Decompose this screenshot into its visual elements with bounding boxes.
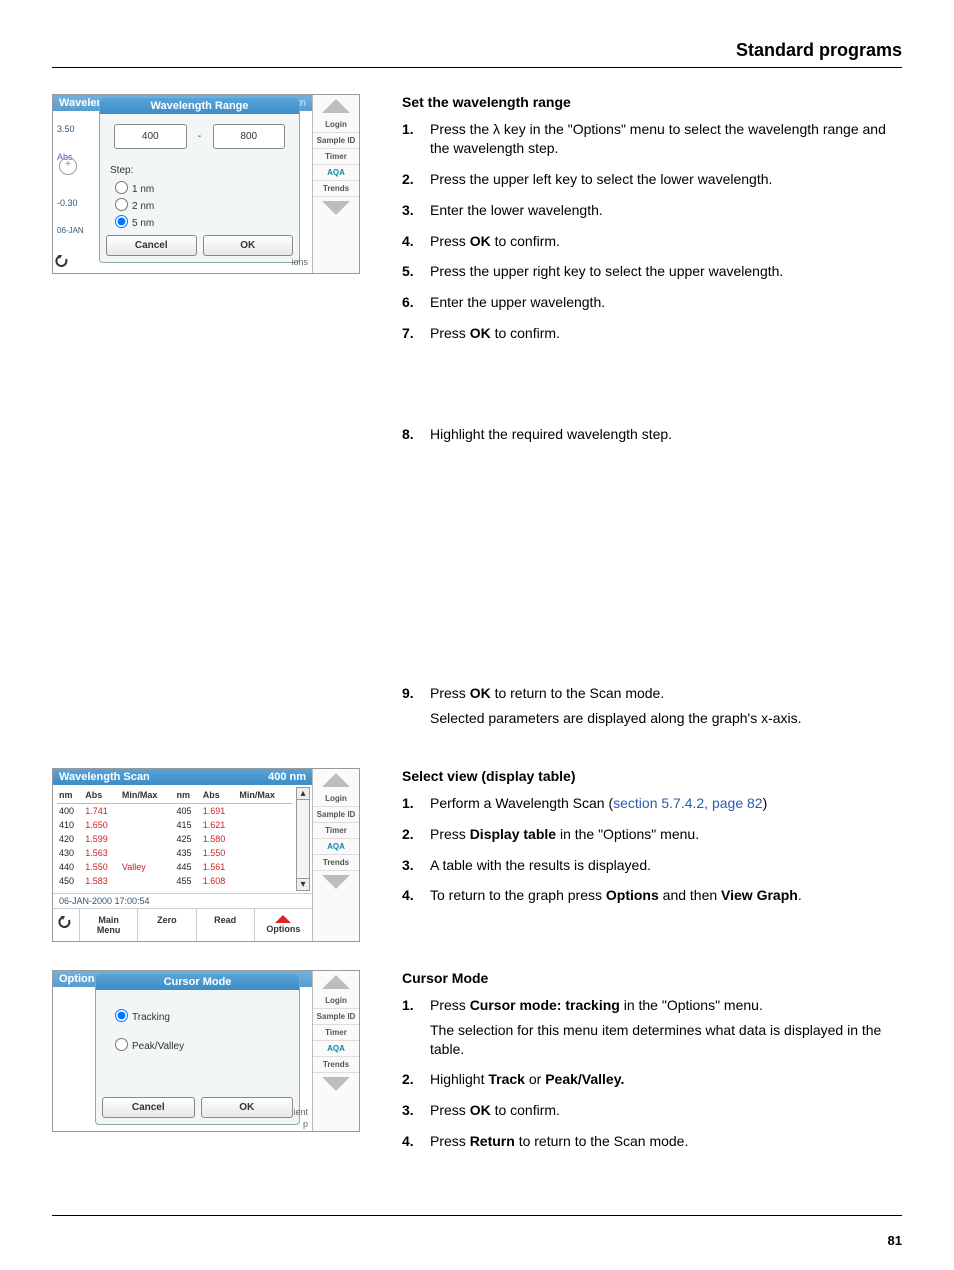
cancel-button[interactable]: Cancel <box>106 235 197 256</box>
side-aqa[interactable]: AQA <box>313 1041 359 1057</box>
step-2nm[interactable]: 2 nm <box>100 199 164 214</box>
scroll-down-icon[interactable]: ▾ <box>296 878 310 891</box>
popup-title: Wavelength Range <box>100 98 299 114</box>
axis-low: -0.30 <box>57 189 84 217</box>
side-timer[interactable]: Timer <box>313 149 359 165</box>
high-wavelength-field[interactable]: 800 <box>213 124 286 149</box>
side-login[interactable]: Login <box>313 117 359 133</box>
toolbar-options[interactable]: Options <box>255 909 312 941</box>
step-5nm[interactable]: 5 nm <box>100 216 164 231</box>
section2-steps: 1.Perform a Wavelength Scan (section 5.7… <box>402 794 902 906</box>
back-icon[interactable] <box>55 254 71 271</box>
section1-step9: 9. Press OK to return to the Scan mode. … <box>402 684 902 728</box>
cursor-peakvalley[interactable]: Peak/Valley <box>96 1029 299 1058</box>
side-sampleid[interactable]: Sample ID <box>313 807 359 823</box>
toolbar-back[interactable] <box>53 909 80 941</box>
screenshot-display-table: Wavelength Scan 400 nm nmAbsMin/MaxnmAbs… <box>52 768 360 942</box>
dev2-datetime: 06-JAN-2000 17:00:54 <box>53 893 312 908</box>
section3-steps: 1. Press Cursor mode: tracking in the "O… <box>402 996 902 1151</box>
nav-down-icon[interactable] <box>322 201 350 215</box>
nav-down-icon[interactable] <box>322 1077 350 1091</box>
dash: - <box>193 131 207 142</box>
section2-title: Select view (display table) <box>402 768 902 784</box>
side-sampleid[interactable]: Sample ID <box>313 1009 359 1025</box>
toolbar-mainmenu[interactable]: Main Menu <box>80 909 138 941</box>
section1-step9-sub: Selected parameters are displayed along … <box>430 709 902 728</box>
page-number: 81 <box>888 1233 902 1248</box>
frag1: ient <box>293 1107 308 1117</box>
side-aqa[interactable]: AQA <box>313 165 359 181</box>
popup-title: Cursor Mode <box>96 974 299 990</box>
side-login[interactable]: Login <box>313 993 359 1009</box>
section1-title: Set the wavelength range <box>402 94 902 110</box>
dev2-title: Wavelength Scan <box>59 771 150 783</box>
cancel-button[interactable]: Cancel <box>102 1097 195 1118</box>
section3-title: Cursor Mode <box>402 970 902 986</box>
section1-step8: 8.Highlight the required wavelength step… <box>402 425 902 444</box>
options-fragment: ions <box>291 257 308 267</box>
dev2-nm: 400 nm <box>268 771 306 783</box>
side-trends[interactable]: Trends <box>313 1057 359 1073</box>
side-trends[interactable]: Trends <box>313 855 359 871</box>
low-wavelength-field[interactable]: 400 <box>114 124 187 149</box>
section3-step1-sub: The selection for this menu item determi… <box>430 1021 902 1059</box>
section1-steps: 1.Press the λ key in the "Options" menu … <box>402 120 902 343</box>
toolbar-zero[interactable]: Zero <box>138 909 196 941</box>
nav-up-icon[interactable] <box>322 773 350 787</box>
side-timer[interactable]: Timer <box>313 823 359 839</box>
side-aqa[interactable]: AQA <box>313 839 359 855</box>
ok-button[interactable]: OK <box>201 1097 294 1118</box>
side-timer[interactable]: Timer <box>313 1025 359 1041</box>
side-sampleid[interactable]: Sample ID <box>313 133 359 149</box>
screenshot-wavelength-range: Wavelength Scan 400 nm 3.50 Abs -0.30 06… <box>52 94 360 274</box>
step-label: Step: <box>100 159 299 178</box>
page-header: Standard programs <box>52 40 902 61</box>
header-rule <box>52 67 902 68</box>
nav-up-icon[interactable] <box>322 975 350 989</box>
nav-down-icon[interactable] <box>322 875 350 889</box>
nav-up-icon[interactable] <box>322 99 350 113</box>
toolbar-read[interactable]: Read <box>197 909 255 941</box>
zoom-icon: + <box>59 157 77 175</box>
frag2: p <box>303 1119 308 1129</box>
screenshot-cursor-mode: Options Cursor Mode Tracking Peak/Valley… <box>52 970 360 1132</box>
scan-results-table: nmAbsMin/MaxnmAbsMin/Max 4001.7414051.69… <box>57 787 292 888</box>
axis-top: 3.50 <box>57 115 84 143</box>
axis-date: 06-JAN <box>57 217 84 245</box>
footer-rule <box>52 1215 902 1216</box>
side-trends[interactable]: Trends <box>313 181 359 197</box>
side-login[interactable]: Login <box>313 791 359 807</box>
cursor-tracking[interactable]: Tracking <box>96 1000 299 1029</box>
step-1nm[interactable]: 1 nm <box>100 182 164 197</box>
ok-button[interactable]: OK <box>203 235 294 256</box>
scroll-up-icon[interactable]: ▴ <box>296 787 310 800</box>
